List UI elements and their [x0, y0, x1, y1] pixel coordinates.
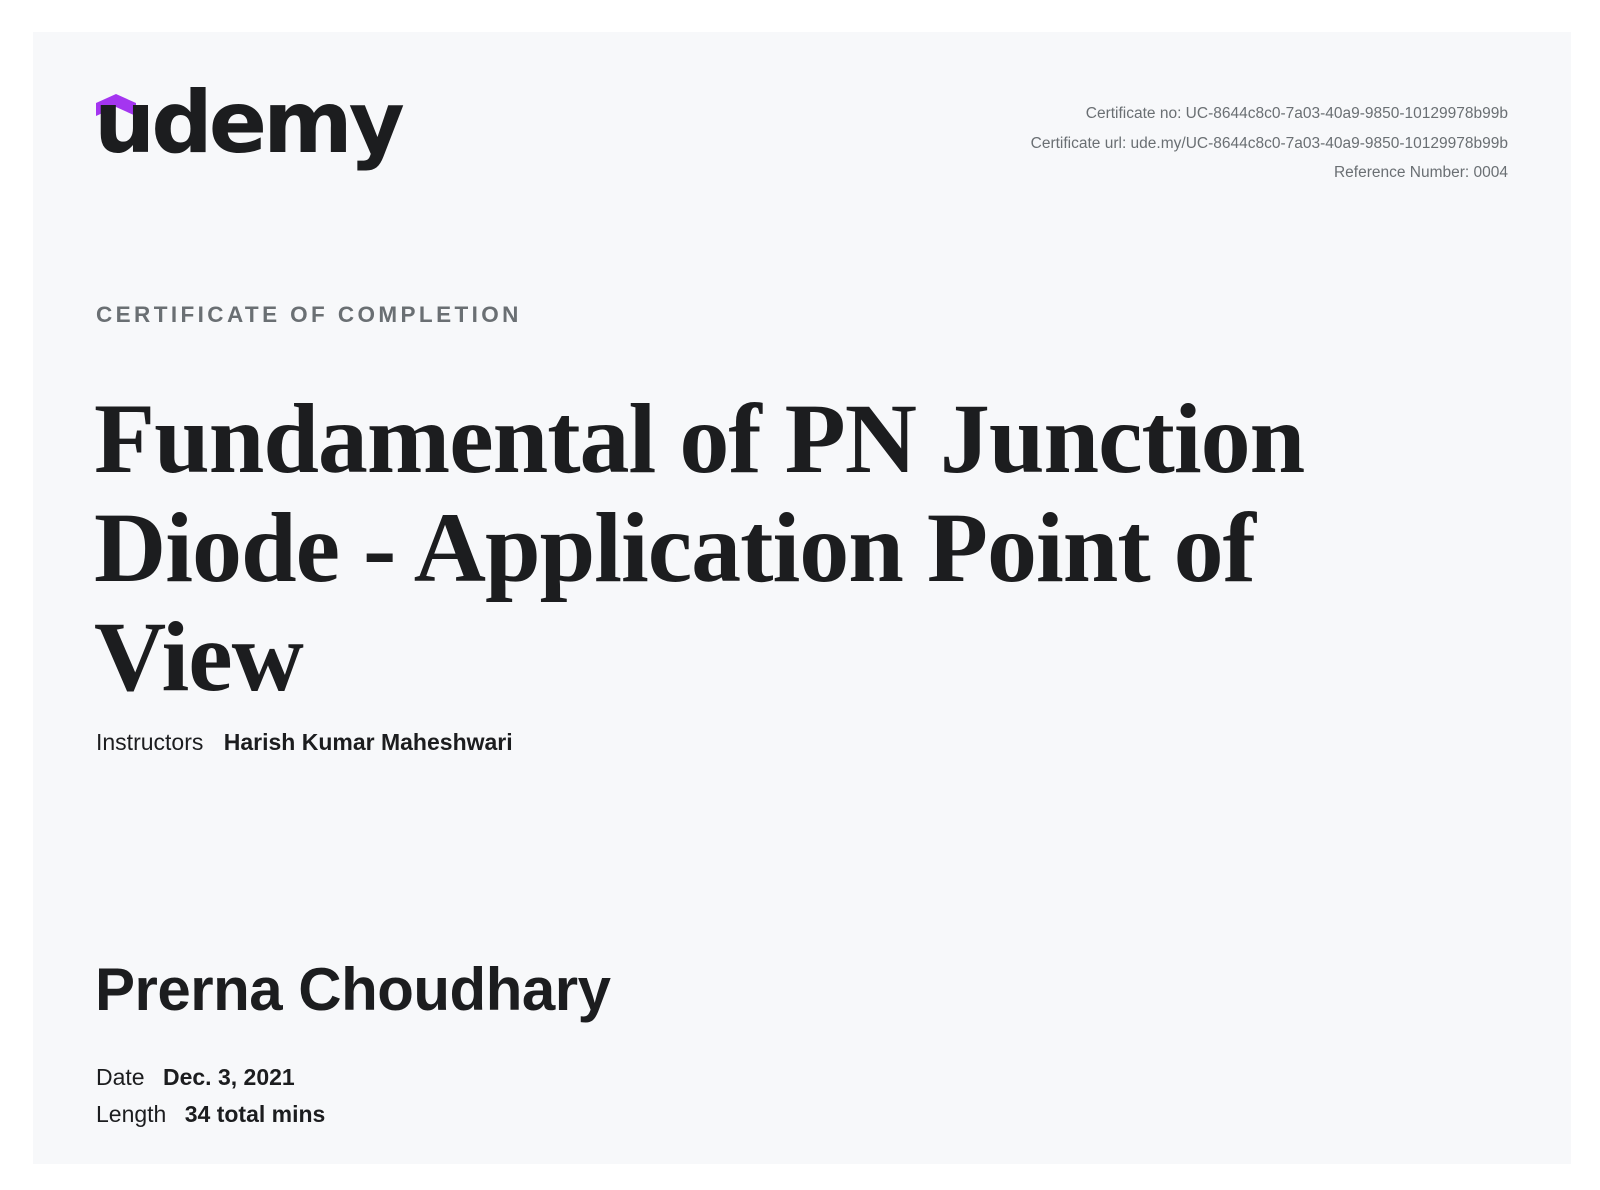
date-value: Dec. 3, 2021 [162, 1064, 295, 1090]
date-label: Date [96, 1064, 145, 1090]
certificate-number: Certificate no: UC-8644c8c0-7a03-40a9-98… [1085, 105, 1508, 122]
reference-number: Reference Number: 0004 [1333, 164, 1508, 181]
certificate-url: Certificate url: ude.my/UC-8644c8c0-7a03… [1030, 134, 1508, 152]
date-row: Date Dec. 3, 2021 [96, 1059, 325, 1096]
certificate-heading: CERTIFICATE OF COMPLETION [96, 302, 522, 327]
instructor-name: Harish Kumar Maheshwari [223, 729, 513, 755]
certificate-card: udemy Certificate no: UC-8644c8c0-7a03-4… [33, 32, 1571, 1164]
instructors-line: Instructors Harish Kumar Maheshwari [96, 729, 513, 756]
student-name: Prerna Choudhary [95, 956, 611, 1023]
length-value: 34 total mins [184, 1101, 326, 1127]
length-label: Length [96, 1101, 167, 1127]
logo-wordmark: udemy [94, 73, 405, 173]
certificate-meta: Certificate no: UC-8644c8c0-7a03-40a9-98… [1031, 99, 1508, 188]
length-row: Length 34 total mins [96, 1096, 325, 1133]
instructors-label: Instructors [96, 729, 204, 755]
course-title: Fundamental of PN Junction Diode - Appli… [94, 383, 1305, 712]
completion-details: Date Dec. 3, 2021 Length 34 total mins [96, 1059, 325, 1133]
udemy-logo: udemy [94, 80, 405, 194]
